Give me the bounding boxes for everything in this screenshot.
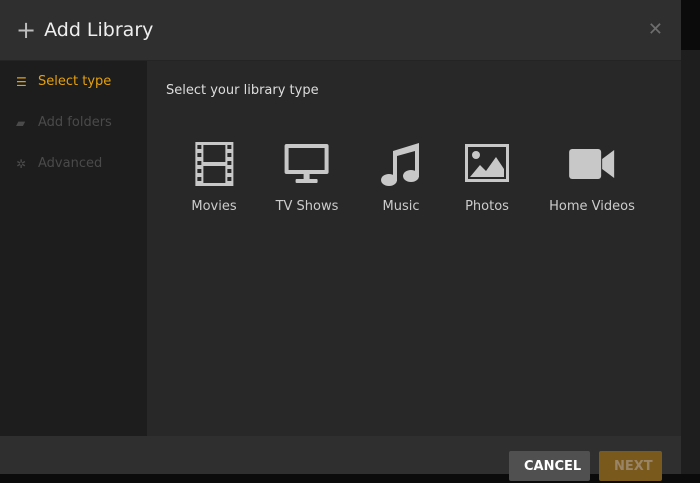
background-panel xyxy=(681,50,700,474)
list-icon: ☰ xyxy=(16,74,27,89)
wizard-steps: ☰ Select type ▰ Add folders ✲ Advanced xyxy=(0,61,147,436)
type-label: Home Videos xyxy=(549,199,635,214)
type-music[interactable]: Music xyxy=(379,141,423,214)
dialog-footer: CANCEL NEXT xyxy=(0,436,681,481)
folder-icon: ▰ xyxy=(16,115,26,130)
close-icon[interactable]: ✕ xyxy=(648,19,663,40)
cancel-button[interactable]: CANCEL xyxy=(509,451,590,481)
dialog-title: Add Library xyxy=(44,19,154,41)
type-home-videos[interactable]: Home Videos xyxy=(549,141,635,214)
section-title: Select your library type xyxy=(166,83,319,98)
step-advanced: ✲ Advanced xyxy=(0,143,147,184)
type-movies[interactable]: Movies xyxy=(191,141,237,214)
type-label: Music xyxy=(382,199,420,214)
add-library-dialog: + Add Library ✕ ☰ Select type ▰ Add folder… xyxy=(0,0,681,481)
plus-icon: + xyxy=(16,16,37,44)
step-select-type[interactable]: ☰ Select type xyxy=(0,61,147,102)
dialog-header: + Add Library ✕ xyxy=(0,0,681,61)
type-photos[interactable]: Photos xyxy=(464,141,510,214)
type-label: Movies xyxy=(191,199,237,214)
main-content: Select your library type Movies TV Shows… xyxy=(147,61,681,436)
step-label: Advanced xyxy=(38,156,103,171)
video-camera-icon xyxy=(569,149,614,179)
film-icon xyxy=(195,142,233,186)
step-label: Select type xyxy=(38,74,112,89)
music-note-icon xyxy=(381,143,419,186)
step-label: Add folders xyxy=(38,115,112,130)
type-label: TV Shows xyxy=(275,199,339,214)
gear-icon: ✲ xyxy=(16,156,27,171)
step-add-folders: ▰ Add folders xyxy=(0,102,147,143)
next-button[interactable]: NEXT xyxy=(599,451,662,481)
monitor-icon xyxy=(284,144,329,183)
image-icon xyxy=(465,144,509,182)
type-tv-shows[interactable]: TV Shows xyxy=(275,141,339,214)
type-label: Photos xyxy=(465,199,509,214)
